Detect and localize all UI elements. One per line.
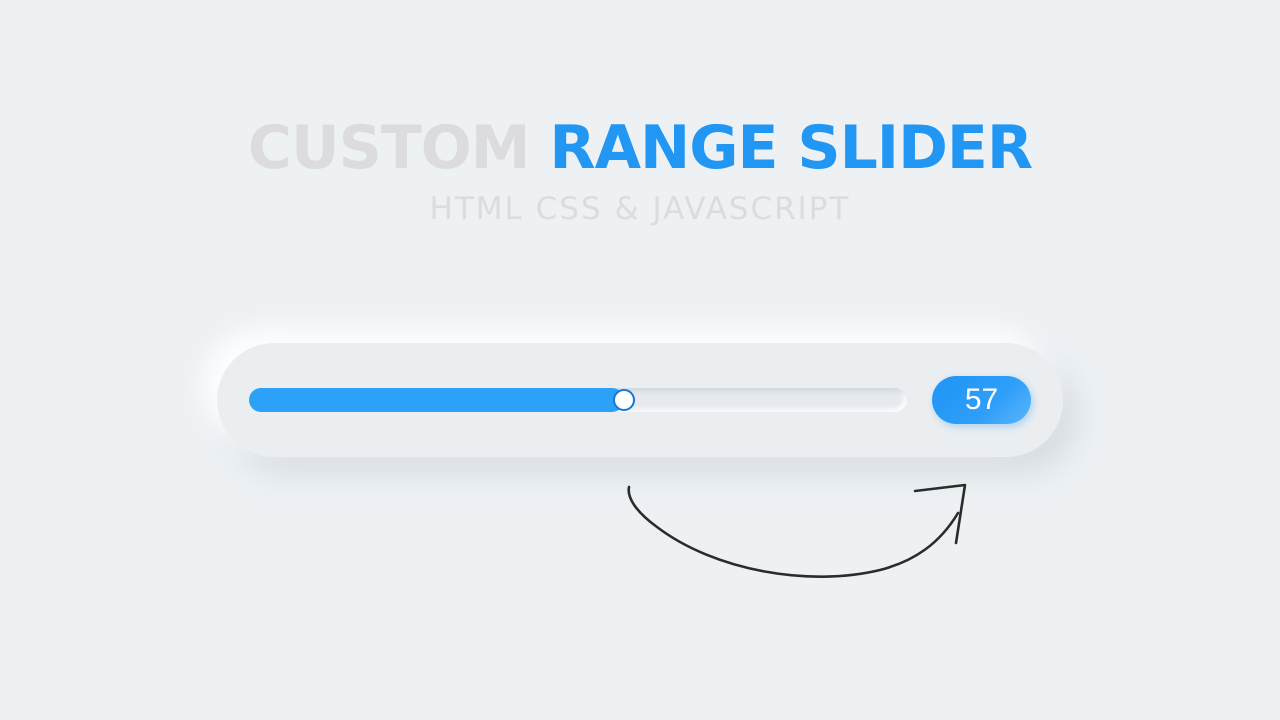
slider-thumb[interactable] bbox=[613, 389, 635, 411]
page-title: CUSTOM RANGE SLIDER bbox=[0, 112, 1280, 184]
curved-arrow-icon bbox=[627, 483, 967, 578]
slider-panel: 57 bbox=[217, 343, 1063, 457]
slider-fill bbox=[249, 388, 624, 412]
page-subtitle: HTML CSS & JAVASCRIPT bbox=[429, 191, 851, 227]
title-muted-word: CUSTOM bbox=[247, 113, 531, 183]
title-accent-words: RANGE SLIDER bbox=[549, 113, 1033, 183]
value-badge: 57 bbox=[932, 376, 1031, 424]
slider-track[interactable] bbox=[249, 388, 907, 412]
